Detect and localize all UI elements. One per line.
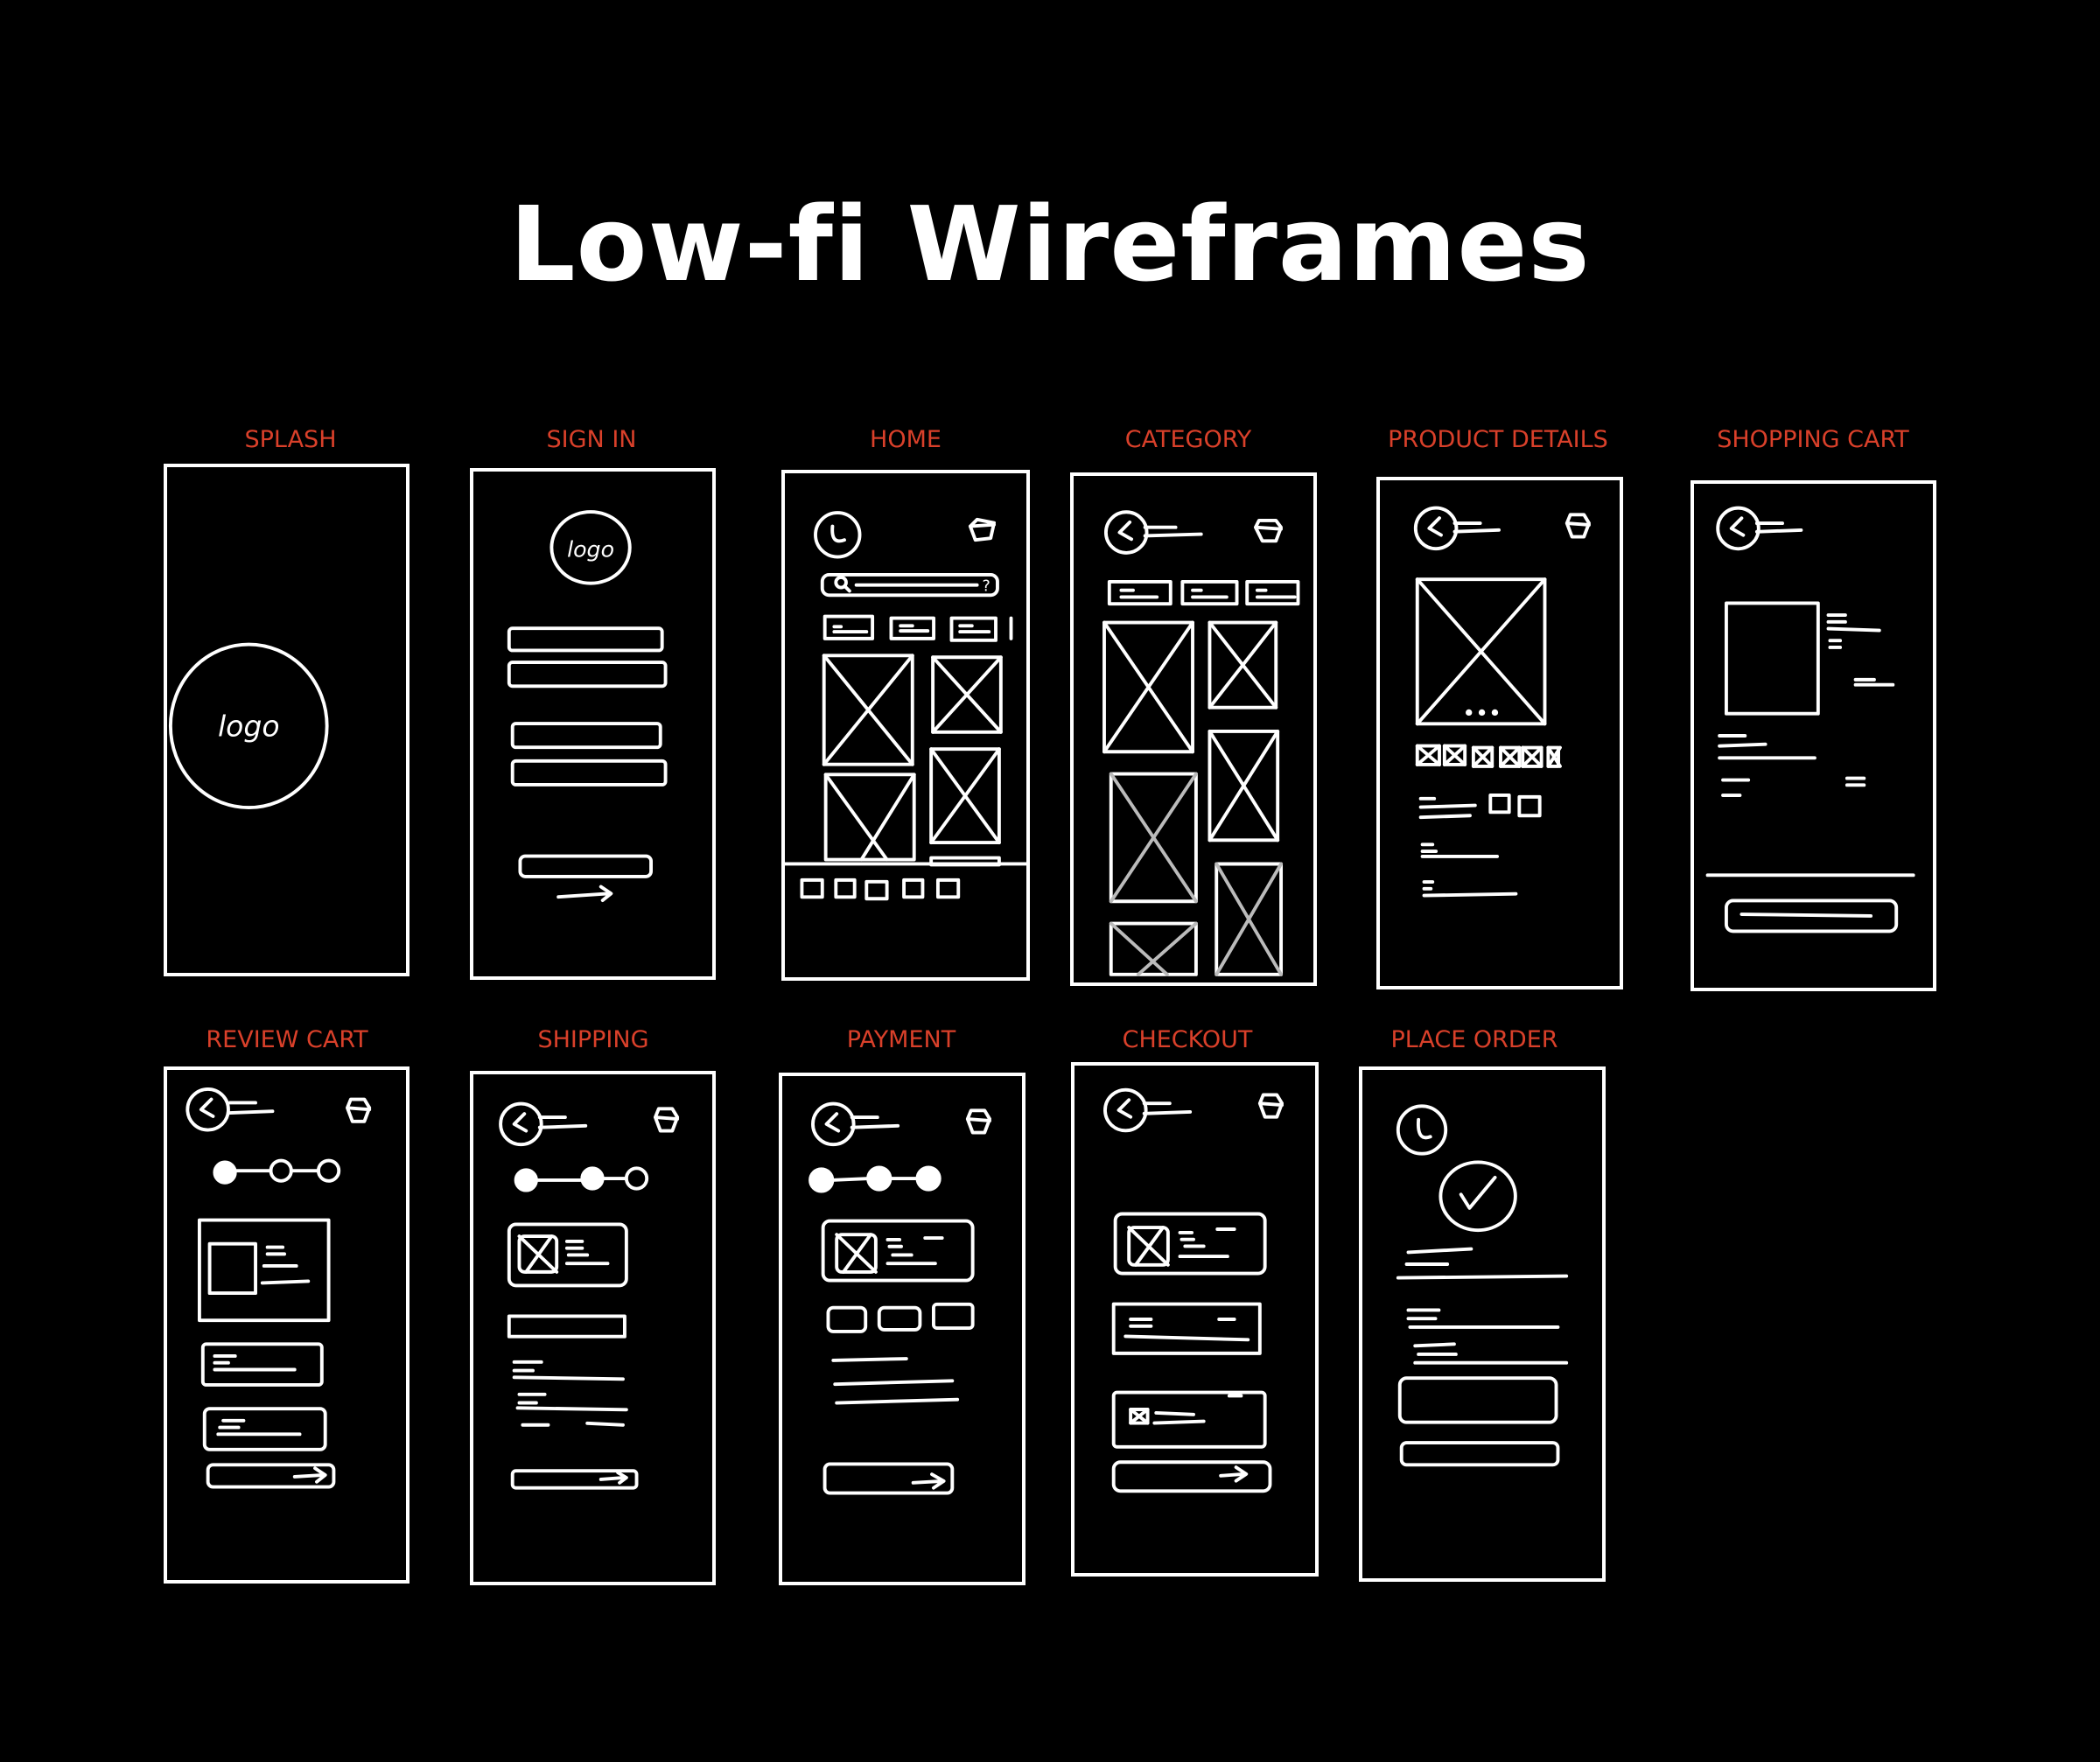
back-icon[interactable]: [1413, 506, 1459, 551]
wireframe-sign-in: logo: [470, 468, 716, 980]
place-order-button[interactable]: [1111, 1460, 1272, 1493]
sign-in-button[interactable]: [518, 854, 653, 878]
filter-chip[interactable]: [1180, 579, 1239, 606]
cart-item-image[interactable]: [1724, 601, 1820, 716]
back-icon[interactable]: [1716, 506, 1760, 551]
wireframe-product-details: •••: [1376, 477, 1623, 989]
label-payment: PAYMENT: [846, 1026, 956, 1053]
payment-method-option[interactable]: [932, 1302, 975, 1330]
password-field[interactable]: [507, 661, 668, 689]
progress-stepper: [808, 1165, 942, 1193]
cart-icon[interactable]: [1253, 519, 1284, 543]
back-icon[interactable]: [499, 1101, 543, 1147]
nav-item[interactable]: [902, 878, 925, 899]
wireframe-home: ?: [781, 470, 1030, 981]
progress-stepper: [213, 1158, 341, 1185]
email-field[interactable]: [510, 722, 662, 750]
label-sign-in: SIGN IN: [546, 426, 637, 453]
help-icon[interactable]: ?: [982, 577, 990, 595]
nav-item[interactable]: [800, 878, 824, 899]
address-input[interactable]: [507, 1314, 626, 1339]
cart-item-image: [207, 1241, 257, 1296]
size-option[interactable]: [1488, 793, 1511, 815]
nav-item[interactable]: [834, 878, 857, 899]
wireframe-place-order: [1359, 1066, 1606, 1582]
confirm-field[interactable]: [510, 759, 668, 787]
label-category: CATEGORY: [1124, 426, 1252, 453]
cart-icon[interactable]: [653, 1107, 680, 1133]
back-icon[interactable]: [186, 1087, 230, 1132]
wireframe-category: [1070, 472, 1317, 986]
logo-text: logo: [567, 537, 614, 563]
check-icon: [1459, 1175, 1497, 1210]
product-image[interactable]: [1102, 620, 1194, 754]
wireframe-splash: logo: [164, 464, 410, 976]
payment-method-option[interactable]: [877, 1305, 922, 1332]
product-image[interactable]: [822, 654, 914, 766]
order-summary-box: [1397, 1376, 1558, 1424]
wireframe-checkout: [1071, 1062, 1319, 1577]
size-option[interactable]: [1517, 794, 1542, 818]
back-icon[interactable]: [811, 1101, 856, 1147]
product-image[interactable]: [931, 655, 1003, 734]
profile-icon[interactable]: [814, 511, 862, 559]
product-image[interactable]: [1208, 620, 1278, 710]
label-splash: SPLASH: [244, 426, 337, 453]
label-checkout: CHECKOUT: [1122, 1026, 1253, 1053]
cart-icon[interactable]: [1564, 513, 1591, 539]
track-order-button[interactable]: [1399, 1441, 1560, 1467]
logo-text: logo: [218, 709, 280, 743]
product-image[interactable]: [823, 773, 916, 862]
page-title: Low-fi Wireframes: [509, 184, 1591, 304]
cart-icon[interactable]: [968, 517, 997, 542]
wireframe-review-cart: [164, 1066, 410, 1584]
category-chip[interactable]: [822, 614, 875, 640]
arrow-right-icon: [1219, 1465, 1249, 1483]
label-shopping-cart: SHOPPING CART: [1717, 426, 1909, 453]
shipping-summary-card[interactable]: [1111, 1302, 1262, 1355]
nav-item[interactable]: [935, 878, 961, 899]
cart-icon[interactable]: [965, 1108, 992, 1135]
back-icon[interactable]: [1103, 510, 1149, 555]
cart-item-card[interactable]: [197, 1218, 331, 1323]
profile-icon[interactable]: [1396, 1104, 1448, 1156]
filter-chip[interactable]: [1245, 579, 1300, 606]
nav-item[interactable]: [864, 879, 889, 901]
wireframe-shipping: [470, 1071, 716, 1585]
wireframe-payment: [779, 1073, 1026, 1585]
arrow-right-icon: [911, 1472, 946, 1490]
label-shipping: SHIPPING: [537, 1026, 649, 1053]
thumbnail-strip[interactable]: [1415, 744, 1562, 768]
filter-chip[interactable]: [1107, 579, 1172, 606]
carousel-dots[interactable]: •••: [1462, 700, 1502, 725]
label-product-details: PRODUCT DETAILS: [1388, 426, 1608, 453]
product-image[interactable]: [1214, 862, 1284, 976]
progress-stepper: [514, 1166, 649, 1192]
wireframe-shopping-cart: [1690, 480, 1936, 991]
product-image[interactable]: [1208, 729, 1280, 843]
product-image[interactable]: [1109, 772, 1198, 904]
username-field[interactable]: [507, 626, 664, 653]
arrow-right-icon: [292, 1466, 327, 1484]
category-chip[interactable]: [889, 616, 936, 640]
back-icon[interactable]: [1103, 1087, 1148, 1133]
payment-method-option[interactable]: [826, 1305, 868, 1333]
label-review-cart: REVIEW CART: [206, 1026, 368, 1053]
product-image[interactable]: [1109, 921, 1198, 976]
category-chip[interactable]: [949, 616, 998, 642]
cart-icon[interactable]: [1257, 1093, 1284, 1119]
cart-icon[interactable]: [346, 1097, 372, 1123]
label-home: HOME: [870, 426, 942, 453]
arrow-right-icon: [598, 1471, 628, 1485]
label-place-order: PLACE ORDER: [1390, 1026, 1558, 1053]
arrow-right-icon: [556, 884, 613, 903]
product-image[interactable]: [929, 747, 1001, 845]
